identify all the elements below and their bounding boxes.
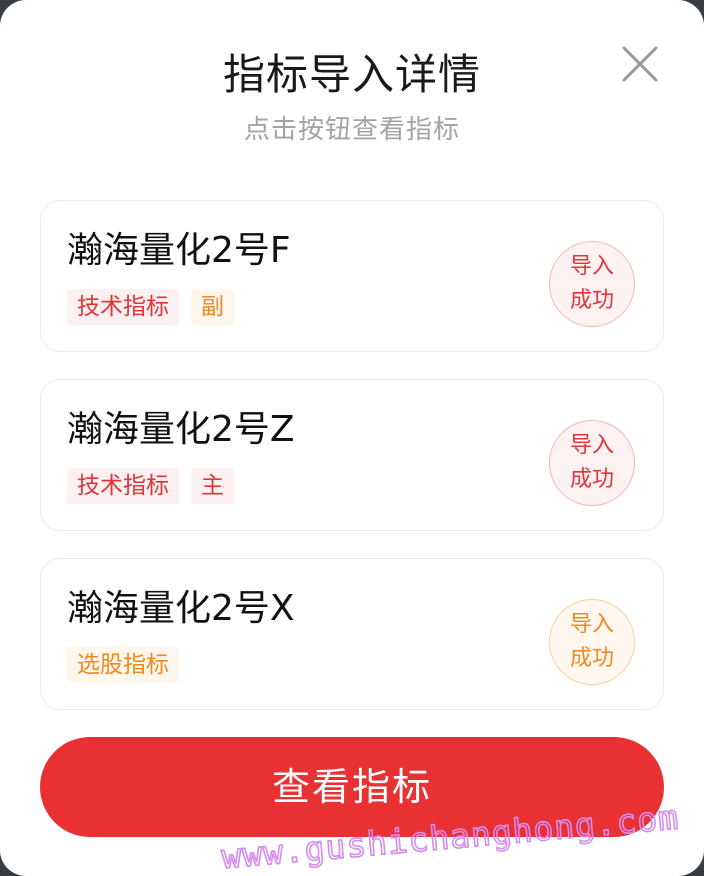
indicator-name: 瀚海量化2号Z <box>67 409 295 450</box>
indicator-name: 瀚海量化2号F <box>67 230 291 271</box>
stamp-line1: 导入 <box>569 433 614 458</box>
indicator-name: 瀚海量化2号X <box>67 588 295 629</box>
stamp-line1: 导入 <box>569 254 614 279</box>
import-success-stamp: 导入 成功 <box>549 420 635 506</box>
tag-indicator-type: 技术指标 <box>67 289 179 325</box>
tag-chart-position: 副 <box>191 289 234 325</box>
import-success-stamp: 导入 成功 <box>549 241 635 327</box>
stamp-line2: 成功 <box>569 646 614 671</box>
import-details-dialog: 指标导入详情 点击按钮查看指标 瀚海量化2号F 技术指标 副 导入 成功 瀚海量… <box>0 0 704 876</box>
view-indicators-button[interactable]: 查看指标 <box>40 737 664 837</box>
stamp-line1: 导入 <box>569 612 614 637</box>
stamp-line2: 成功 <box>569 288 614 313</box>
dialog-subtitle: 点击按钮查看指标 <box>243 115 460 145</box>
close-icon <box>622 46 658 82</box>
stamp-line2: 成功 <box>569 467 614 492</box>
tag-indicator-type: 选股指标 <box>67 647 179 683</box>
indicator-card[interactable]: 瀚海量化2号Z 技术指标 主 导入 成功 <box>40 379 664 531</box>
dialog-title: 指标导入详情 <box>222 50 481 99</box>
indicator-tags: 选股指标 <box>67 647 179 683</box>
indicator-card[interactable]: 瀚海量化2号X 选股指标 导入 成功 <box>40 558 664 710</box>
indicator-card[interactable]: 瀚海量化2号F 技术指标 副 导入 成功 <box>40 200 664 352</box>
tag-indicator-type: 技术指标 <box>67 468 179 504</box>
tag-chart-position: 主 <box>191 468 234 504</box>
indicator-tags: 技术指标 主 <box>67 468 234 504</box>
close-button[interactable] <box>616 40 664 88</box>
import-success-stamp: 导入 成功 <box>549 599 635 685</box>
indicator-tags: 技术指标 副 <box>67 289 234 325</box>
